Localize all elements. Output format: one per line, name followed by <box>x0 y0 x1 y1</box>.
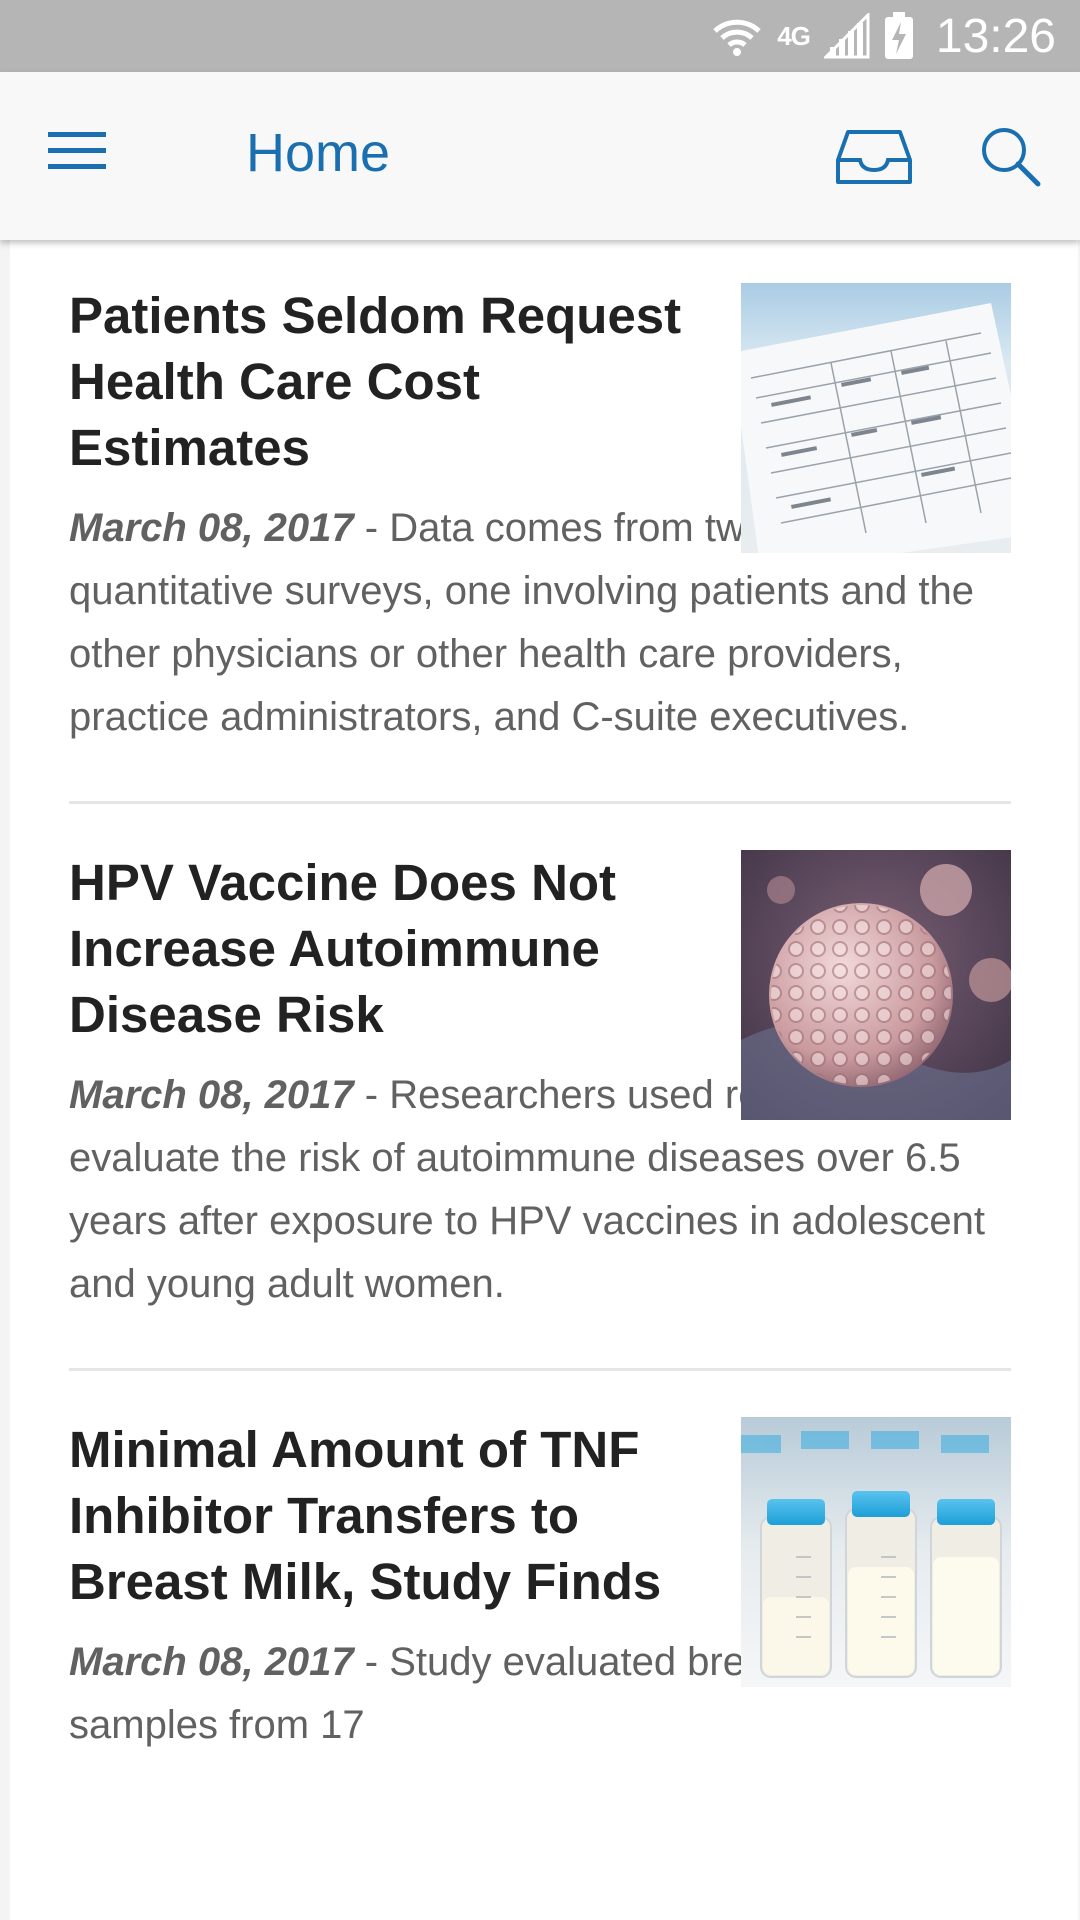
article-date: March 08, 2017 <box>69 1073 354 1117</box>
date-separator: - <box>353 1640 390 1684</box>
article-title[interactable]: Minimal Amount of TNF Inhibitor Transfer… <box>69 1417 689 1615</box>
search-icon <box>978 124 1042 188</box>
date-separator: - <box>353 1073 390 1117</box>
article-card[interactable]: HPV Vaccine Does Not Increase Autoimmune… <box>69 850 1011 1316</box>
article-feed: Patients Seldom Request Health Care Cost… <box>10 240 1078 1920</box>
menu-icon <box>48 128 114 174</box>
date-separator: - <box>353 506 390 550</box>
search-button[interactable] <box>978 124 1042 188</box>
status-bar: 4G 13:26 <box>0 0 1080 72</box>
status-time: 13:26 <box>935 9 1056 63</box>
signal-icon <box>823 13 870 59</box>
hpv-virus-particle-image <box>741 850 1011 1120</box>
app-bar: Home <box>0 72 1080 240</box>
inbox-icon <box>834 124 914 188</box>
network-4g-icon: 4G <box>777 20 811 51</box>
article-title[interactable]: HPV Vaccine Does Not Increase Autoimmune… <box>69 850 689 1048</box>
article-date: March 08, 2017 <box>69 506 354 550</box>
page-title: Home <box>246 123 391 183</box>
battery-charging-icon <box>884 12 914 60</box>
menu-button[interactable] <box>48 128 114 184</box>
wifi-icon <box>711 11 763 61</box>
article-thumbnail[interactable] <box>741 283 1011 553</box>
article-thumbnail[interactable] <box>741 850 1011 1120</box>
article-date: March 08, 2017 <box>69 1640 354 1684</box>
article-title[interactable]: Patients Seldom Request Health Care Cost… <box>69 283 689 481</box>
article-thumbnail[interactable] <box>741 1417 1011 1687</box>
status-icons: 4G 13:26 <box>711 0 1056 72</box>
inbox-button[interactable] <box>834 124 914 188</box>
divider <box>69 1368 1011 1371</box>
divider <box>69 801 1011 804</box>
medical-bill-statement-image <box>741 283 1011 553</box>
article-card[interactable]: Patients Seldom Request Health Care Cost… <box>69 283 1011 749</box>
breast-milk-bottles-image <box>741 1417 1011 1687</box>
article-card[interactable]: Minimal Amount of TNF Inhibitor Transfer… <box>69 1417 1011 1757</box>
